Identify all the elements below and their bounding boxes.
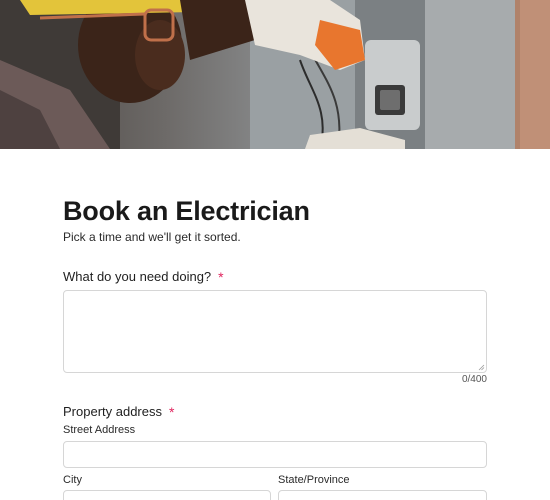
street-address-input[interactable] (63, 441, 487, 468)
state-province-label: State/Province (278, 474, 350, 486)
hero-illustration (0, 0, 550, 149)
job-description-textarea[interactable] (63, 290, 487, 373)
hero-electrician-photo (0, 0, 550, 149)
required-asterisk: * (169, 403, 175, 420)
character-counter: 0/400 (461, 374, 487, 385)
page-title: Book an Electrician (63, 196, 310, 226)
required-asterisk: * (218, 268, 224, 285)
property-address-label-text: Property address (63, 404, 162, 419)
state-province-input[interactable] (278, 490, 487, 500)
job-description-label-text: What do you need doing? (63, 269, 212, 284)
property-address-label: Property address * (63, 404, 174, 419)
street-address-label: Street Address (63, 424, 136, 436)
job-description-label: What do you need doing? * (63, 269, 224, 284)
city-input[interactable] (63, 490, 271, 500)
page-subtitle: Pick a time and we'll get it sorted. (63, 230, 241, 244)
resize-handle-icon[interactable] (478, 364, 485, 371)
booking-form-page: Book an Electrician Pick a time and we'l… (0, 0, 550, 500)
city-label: City (63, 474, 82, 486)
